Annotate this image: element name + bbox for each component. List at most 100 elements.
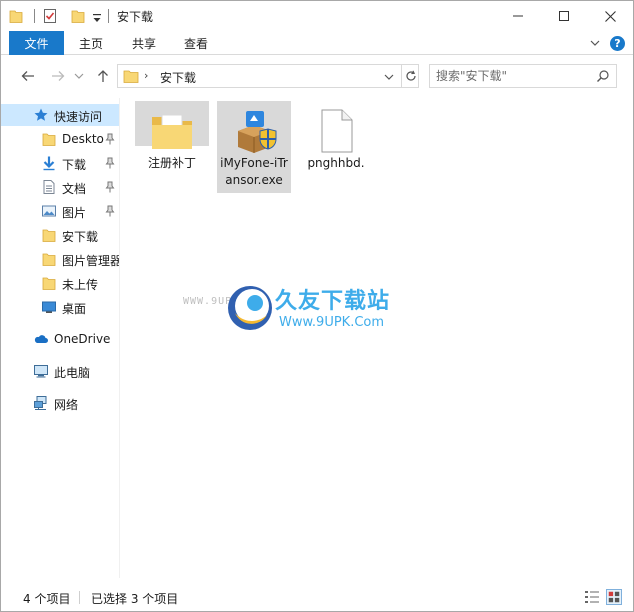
divider — [108, 9, 109, 23]
properties-icon[interactable] — [43, 8, 57, 24]
help-icon[interactable]: ? — [610, 36, 625, 51]
pin-icon — [105, 157, 115, 169]
divider — [34, 9, 35, 23]
sidebar-item-label: 未上传 — [62, 278, 99, 292]
details-view-icon[interactable] — [584, 590, 600, 604]
watermark-brand: 久友下载站 — [275, 289, 391, 314]
sidebar-item-network[interactable]: 网络 — [1, 392, 119, 414]
large-icons-view-icon[interactable] — [606, 589, 622, 605]
status-bar: 4 个项目 已选择 3 个项目 — [1, 585, 633, 611]
chevron-down-icon[interactable] — [383, 72, 395, 82]
document-icon — [43, 180, 55, 194]
file-item-imyfone-exe[interactable]: iMyFone-iTransor.exe — [217, 101, 291, 193]
desktop-icon — [42, 301, 56, 313]
folder-icon — [42, 229, 56, 242]
blank-file-icon — [321, 109, 353, 153]
sidebar-item-label: 桌面 — [62, 302, 87, 316]
close-button[interactable] — [587, 1, 633, 31]
expand-ribbon-icon[interactable] — [589, 37, 601, 49]
item-count: 4 个项目 — [23, 592, 71, 606]
breadcrumb-item[interactable]: 安下载 — [160, 69, 196, 86]
sidebar-item-desktop-folder[interactable]: 桌面 — [1, 296, 119, 318]
maximize-icon — [559, 11, 569, 21]
tab-view[interactable]: 查看 — [184, 31, 208, 55]
back-button[interactable] — [19, 67, 37, 85]
folder-icon — [42, 133, 56, 146]
sidebar-item-label: 网络 — [54, 398, 79, 412]
watermark-url: Www.9UPK.Com — [279, 315, 385, 330]
search-icon[interactable] — [596, 69, 610, 83]
sidebar-item-label: 图片管理器 — [62, 254, 119, 268]
file-item-patch-folder[interactable]: 注册补丁 — [135, 101, 209, 170]
sidebar-item-label: 文档 — [62, 182, 87, 196]
sidebar-item-label: 图片 — [62, 206, 87, 220]
tab-file[interactable]: 文件 — [9, 31, 64, 55]
breadcrumb-separator[interactable]: › — [144, 69, 148, 82]
sidebar-item-label: 安下载 — [62, 230, 99, 244]
sidebar-item-picture-manager[interactable]: 图片管理器 — [1, 248, 119, 270]
file-name: 注册补丁 — [147, 156, 196, 170]
title-bar: 安下载 — [1, 1, 633, 31]
tab-share[interactable]: 共享 — [132, 31, 156, 55]
sidebar-item-documents[interactable]: 文档 — [1, 176, 119, 198]
sidebar-item-anxiazai[interactable]: 安下载 — [1, 224, 119, 246]
divider — [79, 591, 80, 604]
watermark: WWW.9UPK.COM 久友下载站 Www.9UPK.Com — [171, 279, 441, 349]
window-title: 安下载 — [117, 10, 154, 24]
cloud-icon — [34, 335, 48, 343]
sidebar-item-pictures[interactable]: 图片 — [1, 200, 119, 222]
folder-icon — [42, 253, 56, 266]
explorer-window: 安下载 文件 主页 共享 查看 ? › 安下载 搜索"安下载" 快速访问 Des… — [0, 0, 634, 612]
minimize-button[interactable] — [495, 1, 541, 31]
file-item-pnghhbd[interactable]: pnghhbd. — [299, 101, 373, 176]
up-button[interactable] — [94, 67, 112, 85]
folder-icon — [152, 114, 192, 149]
refresh-icon — [405, 70, 416, 81]
folder-icon[interactable] — [9, 8, 23, 24]
chevron-down-icon[interactable] — [73, 69, 85, 83]
network-icon — [34, 396, 47, 410]
navigation-bar: › 安下载 — [1, 56, 633, 96]
search-input[interactable] — [436, 68, 592, 84]
selection-count: 已选择 3 个项目 — [91, 592, 179, 606]
pin-icon — [105, 133, 115, 145]
maximize-button[interactable] — [541, 1, 587, 31]
watermark-logo-icon — [228, 286, 272, 330]
file-name: iMyFone-iTransor.exe — [220, 156, 288, 187]
navigation-pane: 快速访问 Desktop 下载 文档 — [1, 98, 119, 578]
pin-icon — [105, 205, 115, 217]
pane-divider[interactable] — [119, 98, 120, 578]
sidebar-item-downloads[interactable]: 下载 — [1, 152, 119, 174]
sidebar-item-label: 此电脑 — [54, 366, 91, 380]
computer-icon — [34, 365, 48, 378]
new-folder-icon[interactable] — [71, 8, 85, 24]
sidebar-item-label: 快速访问 — [54, 110, 103, 124]
customize-toolbar-icon[interactable] — [92, 10, 102, 26]
sidebar-item-label: 下载 — [62, 158, 87, 172]
tab-home[interactable]: 主页 — [79, 31, 103, 55]
forward-button[interactable] — [49, 67, 67, 85]
installer-icon — [238, 111, 277, 153]
search-box[interactable] — [429, 64, 617, 88]
address-bar[interactable]: › 安下载 — [117, 64, 419, 88]
folder-icon — [123, 70, 139, 83]
star-icon — [34, 108, 48, 121]
sidebar-item-desktop[interactable]: Desktop — [1, 128, 119, 150]
sidebar-item-quick-access[interactable]: 快速访问 — [1, 104, 119, 126]
refresh-button[interactable] — [401, 65, 419, 87]
picture-icon — [42, 205, 56, 217]
sidebar-item-this-pc[interactable]: 此电脑 — [1, 360, 119, 382]
arrow-right-icon — [52, 71, 65, 81]
pin-icon — [105, 181, 115, 193]
sidebar-item-label: OneDrive — [54, 332, 111, 346]
minimize-icon — [513, 15, 523, 17]
arrow-up-icon — [98, 70, 108, 82]
sidebar-item-onedrive[interactable]: OneDrive — [1, 328, 119, 350]
arrow-left-icon — [21, 71, 34, 81]
sidebar-item-label: Desktop — [62, 132, 104, 146]
sidebar-item-not-uploaded[interactable]: 未上传 — [1, 272, 119, 294]
download-icon — [43, 156, 55, 171]
ribbon: 文件 主页 共享 查看 ? — [1, 31, 633, 55]
file-name: pnghhbd. — [307, 156, 365, 170]
close-icon — [604, 10, 616, 22]
